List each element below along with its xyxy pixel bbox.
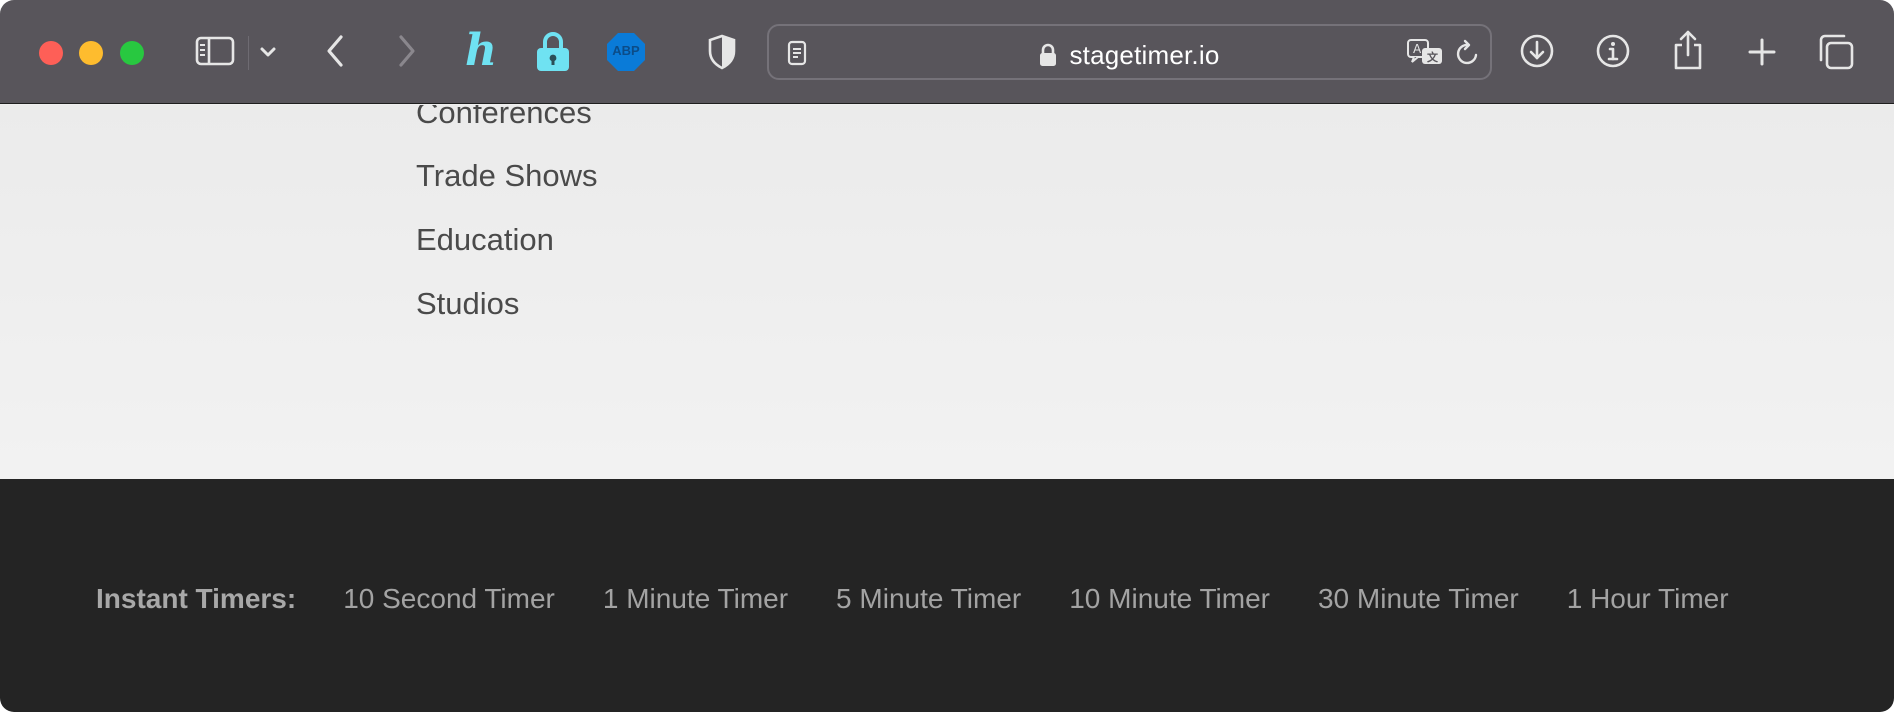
instant-timers-row: Instant Timers: 10 Second Timer 1 Minute…: [96, 579, 1729, 619]
browser-toolbar: h ABP stagetimer.io A文: [0, 0, 1894, 104]
menu-item-studios[interactable]: Studios: [416, 286, 519, 322]
menu-item-education[interactable]: Education: [416, 222, 554, 258]
svg-text:文: 文: [1427, 50, 1439, 64]
adblock-label: ABP: [612, 43, 640, 58]
instant-timers-label: Instant Timers:: [96, 583, 297, 614]
menu-item-conferences[interactable]: Conferences: [416, 105, 592, 131]
lock-icon: [1039, 43, 1057, 74]
link-1-hour-timer[interactable]: 1 Hour Timer: [1567, 583, 1729, 615]
share-icon[interactable]: [1670, 28, 1706, 72]
new-tab-icon[interactable]: [1744, 34, 1780, 70]
url-display: stagetimer.io: [769, 40, 1490, 74]
reload-icon[interactable]: [1453, 38, 1483, 68]
link-30-minute-timer[interactable]: 30 Minute Timer: [1318, 583, 1519, 615]
svg-text:A: A: [1413, 42, 1422, 56]
forward-icon[interactable]: [394, 32, 420, 70]
browser-window: h ABP stagetimer.io A文 Conferences Trade…: [0, 0, 1894, 712]
minimize-window-button[interactable]: [79, 41, 103, 65]
site-footer: Instant Timers: 10 Second Timer 1 Minute…: [0, 479, 1894, 712]
translate-icon[interactable]: A文: [1405, 36, 1445, 70]
tab-overview-icon[interactable]: [1816, 32, 1856, 72]
chevron-down-icon[interactable]: [258, 42, 278, 62]
page-content: Conferences Trade Shows Education Studio…: [0, 105, 1894, 479]
link-5-minute-timer[interactable]: 5 Minute Timer: [836, 583, 1021, 615]
zoom-window-button[interactable]: [120, 41, 144, 65]
close-window-button[interactable]: [39, 41, 63, 65]
info-icon[interactable]: [1594, 32, 1632, 70]
sidebar-icon[interactable]: [194, 34, 236, 68]
menu-item-trade-shows[interactable]: Trade Shows: [416, 158, 598, 194]
privacy-shield-icon[interactable]: [705, 32, 739, 72]
link-1-minute-timer[interactable]: 1 Minute Timer: [603, 583, 788, 615]
toolbar-separator: [248, 36, 249, 70]
honey-letter: h: [465, 25, 497, 76]
link-10-second-timer[interactable]: 10 Second Timer: [343, 583, 555, 615]
adblock-plus-icon[interactable]: ABP: [605, 31, 647, 73]
password-lock-extension-icon[interactable]: [533, 30, 573, 74]
url-text: stagetimer.io: [1069, 40, 1220, 70]
back-icon[interactable]: [322, 32, 348, 70]
link-10-minute-timer[interactable]: 10 Minute Timer: [1069, 583, 1270, 615]
downloads-icon[interactable]: [1518, 32, 1556, 70]
address-bar[interactable]: stagetimer.io A文: [767, 24, 1492, 80]
honey-extension-icon[interactable]: h: [460, 28, 502, 74]
